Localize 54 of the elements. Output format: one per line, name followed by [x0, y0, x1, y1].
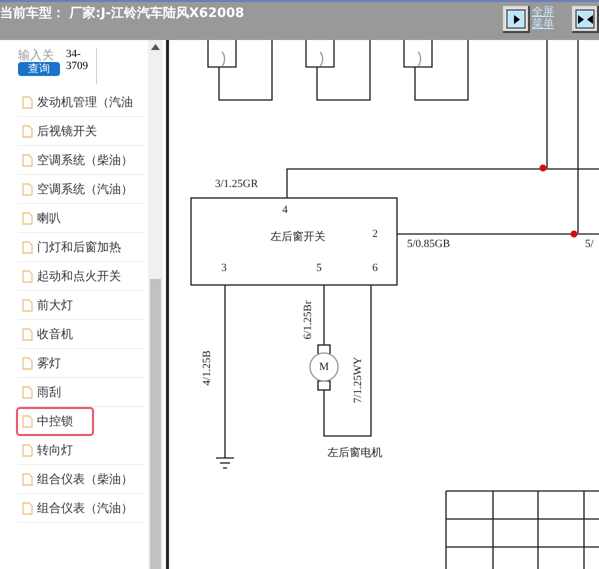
- document-icon: [22, 270, 33, 282]
- wire-label: 2: [372, 228, 378, 240]
- document-icon: [22, 124, 33, 138]
- circuit-list-item[interactable]: 雨刮: [18, 378, 144, 407]
- circuit-list-item[interactable]: 中控锁: [16, 407, 94, 436]
- circuit-list-item[interactable]: 后视镜开关: [18, 117, 144, 146]
- wire-label: 左后窗电机: [328, 447, 382, 459]
- wire-label: 5/0.85GB: [407, 238, 450, 250]
- wire-label: 6/1.25Br: [302, 300, 314, 340]
- document-icon: [22, 212, 33, 224]
- circuit-list-item[interactable]: 收音机: [18, 320, 144, 349]
- split-view-button[interactable]: [572, 6, 599, 33]
- wire-label: 左后窗开关: [270, 231, 326, 243]
- circuit-list-item[interactable]: 空调系统（汽油）: [18, 175, 144, 204]
- circuit-list-item[interactable]: 喇叭: [18, 204, 144, 233]
- document-icon: [22, 240, 33, 254]
- scroll-up-icon[interactable]: [151, 44, 160, 50]
- document-icon: [22, 386, 33, 398]
- document-icon: [22, 472, 33, 486]
- circuit-list-item[interactable]: 起动和点火开关: [18, 262, 144, 291]
- document-icon: [22, 96, 33, 108]
- circuit-list-item[interactable]: 组合仪表（汽油）: [18, 494, 144, 523]
- circuit-list-item[interactable]: 雾灯: [18, 349, 144, 378]
- search-label: 输入关: [18, 48, 54, 62]
- wire-label: 4/1.25B: [201, 350, 213, 386]
- wire-label: 6: [372, 262, 378, 274]
- document-icon: [22, 444, 33, 456]
- inward-arrows-icon: [572, 6, 599, 33]
- circuit-list-item[interactable]: 门灯和后窗加热: [18, 233, 144, 262]
- document-icon: [22, 502, 33, 514]
- circuit-list-item[interactable]: 发动机管理（汽油: [18, 88, 144, 117]
- document-icon: [22, 298, 33, 312]
- document-icon: [22, 154, 33, 166]
- keyword-input[interactable]: 34- 3709: [66, 48, 97, 84]
- wire-label: 5: [316, 262, 322, 274]
- scroll-thumb[interactable]: [150, 279, 161, 569]
- query-button[interactable]: 查询: [18, 62, 60, 76]
- wire-label: 7/1.25WY: [352, 356, 364, 404]
- scrollbar[interactable]: [148, 40, 163, 569]
- wire-label: 3: [221, 262, 227, 274]
- document-icon: [22, 328, 33, 340]
- wire-label: M: [319, 361, 329, 373]
- circuit-list-item[interactable]: 转向灯: [18, 436, 144, 465]
- circuit-list-item[interactable]: 组合仪表（柴油）: [18, 465, 144, 494]
- document-icon: [22, 356, 33, 370]
- right-arrow-icon: [503, 6, 530, 33]
- document-icon: [22, 414, 33, 428]
- circuit-list-item[interactable]: 空调系统（柴油）: [18, 146, 144, 175]
- document-icon: [22, 182, 33, 196]
- wire-label: 4: [282, 204, 288, 216]
- wire-label: 3/1.25GR: [215, 178, 258, 190]
- circuit-list-item[interactable]: 前大灯: [18, 291, 144, 320]
- wire-label: 5/: [585, 238, 594, 250]
- vehicle-model-title: 当前车型： 厂家:J-江铃汽车陆风X62008: [0, 4, 244, 22]
